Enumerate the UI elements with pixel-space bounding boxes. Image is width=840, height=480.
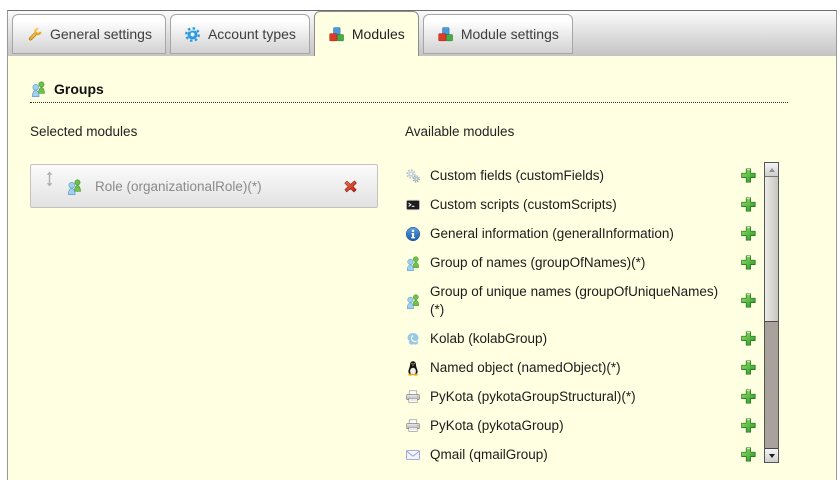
list-item: PyKota (pykotaGroupStructural)(*) [405, 382, 757, 411]
module-label: Group of unique names (groupOfUniqueName… [430, 283, 719, 317]
add-module-button[interactable] [740, 167, 757, 184]
selected-modules-column: Selected modules Role (organizationalRol… [30, 124, 405, 469]
tux-icon [405, 360, 421, 376]
tab-modules[interactable]: Modules [313, 11, 419, 56]
module-label: Kolab (kolabGroup) [430, 330, 548, 346]
tab-bar: General settings Account types Modules M… [8, 11, 836, 56]
plus-icon [740, 292, 757, 309]
modules-tab-content: Groups Selected modules Role (organizati… [8, 56, 836, 469]
list-item: PyKota (pykotaGroup) [405, 411, 757, 440]
module-label: Group of names (groupOfNames)(*) [430, 254, 646, 270]
add-module-button[interactable] [740, 388, 757, 405]
gear-icon [184, 26, 201, 43]
tab-general-settings[interactable]: General settings [12, 14, 166, 54]
wrench-icon [26, 26, 43, 43]
printer-icon [405, 389, 421, 405]
kolab-icon [405, 331, 421, 347]
list-item: Named object (namedObject)(*) [405, 353, 757, 382]
plus-icon [740, 446, 757, 463]
selected-module-label: Role (organizationalRole)(*) [95, 178, 262, 194]
list-item: Qmail (qmailGroup) [405, 440, 757, 469]
delete-x-icon [342, 178, 359, 195]
available-modules-list: Custom fields (customFields) Custom scri… [405, 161, 757, 469]
module-label: Qmail (qmailGroup) [430, 446, 548, 462]
scroll-up-button[interactable] [765, 163, 778, 177]
scroll-down-button[interactable] [765, 448, 778, 462]
scrollbar-thumb[interactable] [765, 177, 778, 322]
terminal-icon [405, 197, 421, 213]
info-icon [405, 226, 421, 242]
envelope-icon [405, 447, 421, 463]
add-module-button[interactable] [740, 359, 757, 376]
triangle-up-icon [768, 167, 775, 172]
remove-module-button[interactable] [342, 178, 359, 195]
plus-icon [740, 254, 757, 271]
cubes-icon [437, 26, 454, 43]
list-item: Group of unique names (groupOfUniqueName… [405, 277, 757, 324]
available-modules-heading: Available modules [405, 124, 515, 139]
plus-icon [740, 359, 757, 376]
add-module-button[interactable] [740, 446, 757, 463]
plus-icon [740, 167, 757, 184]
group-icon [405, 255, 421, 271]
module-label: General information (generalInformation) [430, 225, 674, 241]
printer-icon [405, 418, 421, 434]
add-module-button[interactable] [740, 292, 757, 309]
list-item: Custom scripts (customScripts) [405, 190, 757, 219]
scrollbar-track[interactable] [765, 322, 778, 448]
plus-icon [740, 196, 757, 213]
triangle-down-icon [768, 453, 775, 458]
list-item: Kolab (kolabGroup) [405, 324, 757, 353]
tab-label: General settings [50, 26, 152, 42]
drag-handle-icon[interactable] [45, 171, 54, 187]
plus-icon [740, 330, 757, 347]
selected-module-row: Role (organizationalRole)(*) [30, 164, 378, 208]
available-modules-column: Available modules Custom fields (customF… [405, 124, 787, 469]
settings-window: General settings Account types Modules M… [7, 10, 837, 480]
module-label: Named object (namedObject)(*) [430, 359, 621, 375]
cubes-icon [328, 26, 345, 43]
tab-account-types[interactable]: Account types [169, 14, 310, 54]
tab-label: Account types [207, 26, 296, 42]
section-title: Groups [54, 80, 104, 97]
add-module-button[interactable] [740, 196, 757, 213]
selected-modules-heading: Selected modules [30, 124, 138, 139]
plus-icon [740, 225, 757, 242]
screen: General settings Account types Modules M… [0, 0, 840, 480]
add-module-button[interactable] [740, 330, 757, 347]
tab-label: Module settings [460, 26, 559, 42]
module-label: PyKota (pykotaGroupStructural)(*) [430, 388, 636, 404]
list-item: General information (generalInformation) [405, 219, 757, 248]
module-label: Custom fields (customFields) [430, 167, 605, 183]
plus-icon [740, 417, 757, 434]
group-icon [30, 80, 47, 97]
group-icon [405, 293, 421, 309]
module-label: Custom scripts (customScripts) [430, 196, 617, 212]
gears-icon [405, 168, 421, 184]
plus-icon [740, 388, 757, 405]
module-label: PyKota (pykotaGroup) [430, 417, 564, 433]
tab-module-settings[interactable]: Module settings [422, 14, 573, 54]
add-module-button[interactable] [740, 225, 757, 242]
add-module-button[interactable] [740, 417, 757, 434]
group-icon [66, 178, 83, 195]
list-item: Custom fields (customFields) [405, 161, 757, 190]
section-heading: Groups [30, 80, 788, 103]
vertical-scrollbar[interactable] [764, 162, 779, 463]
list-item: Group of names (groupOfNames)(*) [405, 248, 757, 277]
add-module-button[interactable] [740, 254, 757, 271]
tab-label: Modules [351, 26, 405, 42]
